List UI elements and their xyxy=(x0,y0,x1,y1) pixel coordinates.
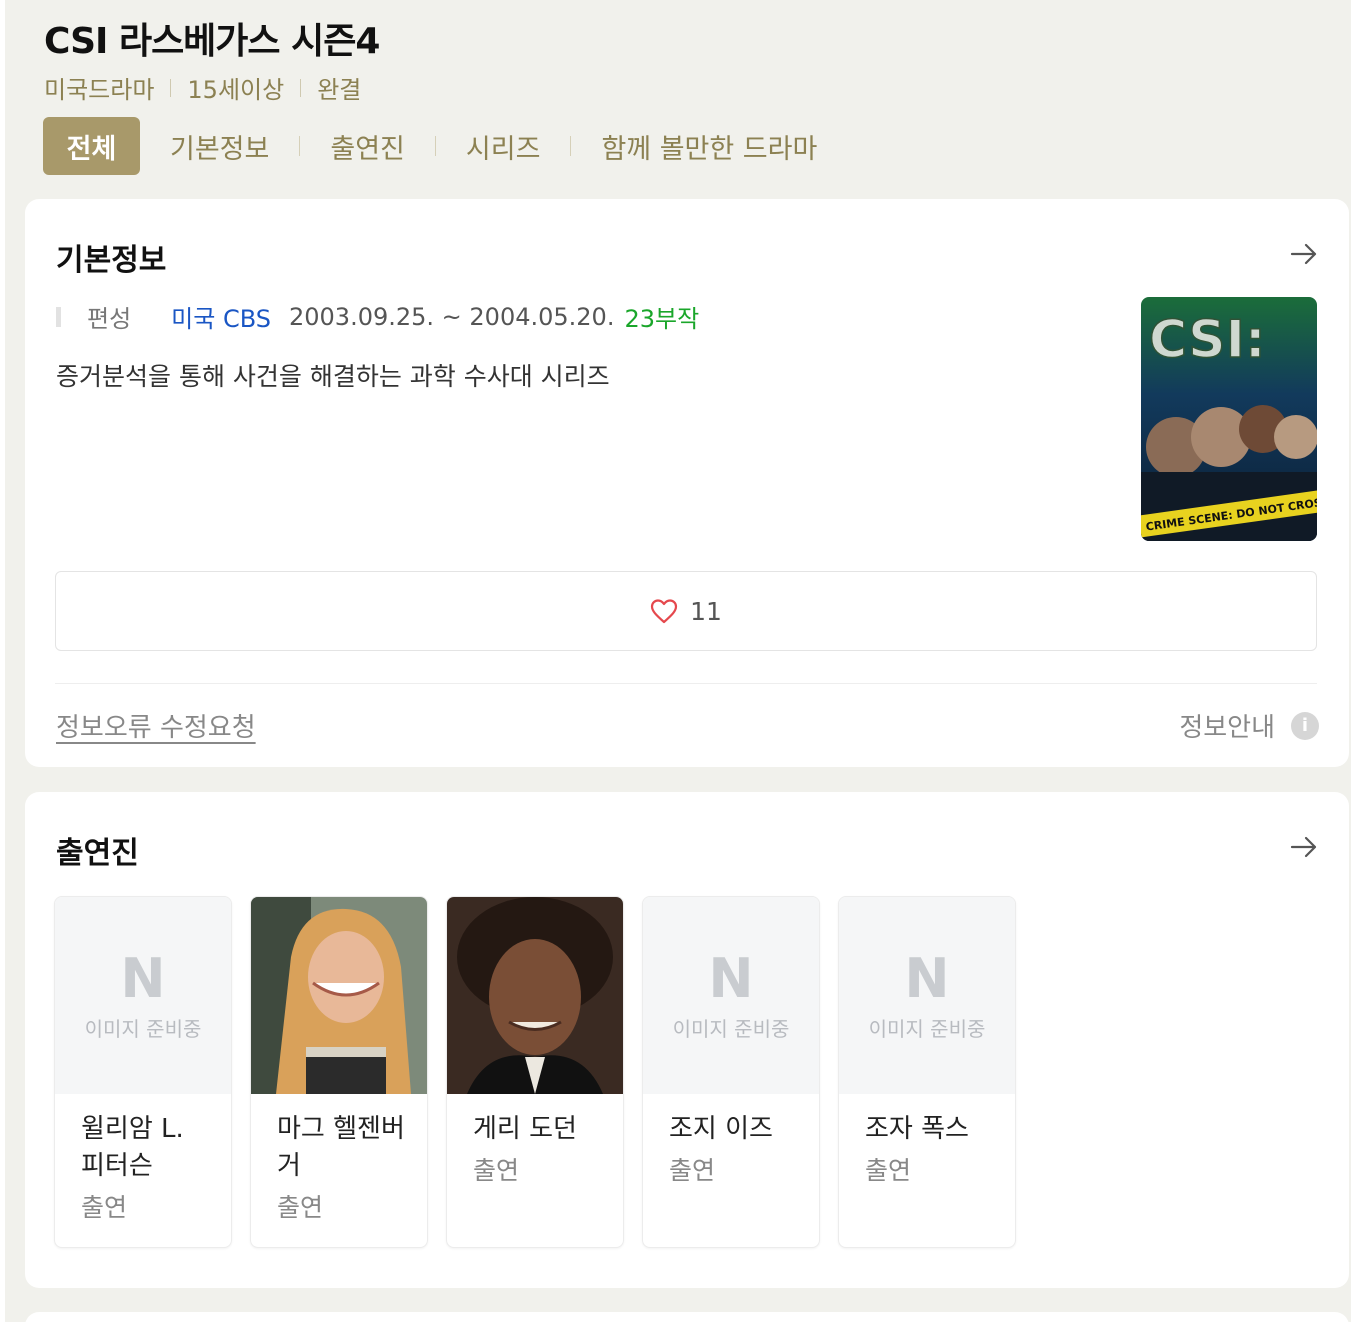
poster-image: CSI: CRIME SCENE: DO NOT CROSS xyxy=(1141,297,1317,541)
cast-role: 출연 xyxy=(473,1156,520,1185)
cast-name: 윌리암 L. 피터슨 xyxy=(81,1114,184,1181)
naver-logo-icon: N xyxy=(120,947,166,1010)
no-image-text: 이미지 준비중 xyxy=(868,1017,986,1041)
broadcast-period: 2003.09.25. ~ 2004.05.20. xyxy=(289,302,615,331)
no-image-text: 이미지 준비중 xyxy=(672,1017,790,1041)
cast-name: 게리 도던 xyxy=(473,1114,577,1144)
tab-basic-info[interactable]: 기본정보 xyxy=(170,127,269,166)
cast-member-card[interactable]: N 이미지 준비중 조지 이즈 출연 xyxy=(642,896,820,1248)
cast-name-block: 마그 헬젠버거 출연 xyxy=(277,1111,407,1226)
tab-cast[interactable]: 출연진 xyxy=(330,127,405,166)
show-meta: 미국드라마 15세이상 완결 xyxy=(44,70,361,105)
cast-heading: 출연진 xyxy=(56,836,139,871)
cast-card-section: 출연진 N 이미지 준비중 윌리암 L. 피터슨 출연 마그 헬젠버거 출연 게… xyxy=(25,792,1349,1288)
cast-member-card[interactable]: N 이미지 준비중 조자 폭스 출연 xyxy=(838,896,1016,1248)
cast-list: N 이미지 준비중 윌리암 L. 피터슨 출연 마그 헬젠버거 출연 게리 도던… xyxy=(54,896,1034,1248)
basic-info-card: 기본정보 편성 미국 CBS 2003.09.25. ~ 2004.05.20.… xyxy=(25,199,1349,767)
tab-divider xyxy=(434,136,436,156)
cast-name-block: 조자 폭스 출연 xyxy=(865,1111,995,1189)
cast-member-card[interactable]: N 이미지 준비중 윌리암 L. 피터슨 출연 xyxy=(54,896,232,1248)
no-image-placeholder: N 이미지 준비중 xyxy=(55,897,231,1094)
episode-count: 23부작 xyxy=(624,305,700,333)
cast-name-block: 게리 도던 출연 xyxy=(473,1111,603,1189)
no-image-placeholder: N 이미지 준비중 xyxy=(839,897,1015,1094)
cast-photo xyxy=(447,897,623,1094)
cast-name-block: 윌리암 L. 피터슨 출연 xyxy=(81,1111,211,1226)
divider xyxy=(55,683,1317,684)
info-guide-label: 정보안내 xyxy=(1179,713,1275,743)
info-icon: i xyxy=(1291,711,1319,740)
cast-name: 조자 폭스 xyxy=(865,1114,969,1144)
tab-series[interactable]: 시리즈 xyxy=(466,127,541,166)
basic-info-heading: 기본정보 xyxy=(56,243,167,278)
cast-member-card[interactable]: 게리 도던 출연 xyxy=(446,896,624,1248)
report-error-link[interactable]: 정보오류 수정요청 xyxy=(56,707,256,744)
arrow-right-icon[interactable] xyxy=(1289,832,1319,862)
cast-photo-image xyxy=(447,897,623,1094)
cast-role: 출연 xyxy=(669,1156,716,1185)
cast-role: 출연 xyxy=(277,1193,324,1222)
cast-member-card[interactable]: 마그 헬젠버거 출연 xyxy=(250,896,428,1248)
broadcaster-link[interactable]: 미국 CBS xyxy=(171,299,271,334)
tab-divider xyxy=(570,136,572,156)
tab-all[interactable]: 전체 xyxy=(43,117,140,175)
no-image-placeholder: N 이미지 준비중 xyxy=(643,897,819,1094)
meta-rating: 15세이상 xyxy=(187,76,285,104)
naver-logo-icon: N xyxy=(708,947,754,1010)
like-button[interactable]: 11 xyxy=(55,571,1317,651)
broadcast-info: 편성 미국 CBS 2003.09.25. ~ 2004.05.20. 23부작 xyxy=(56,299,699,334)
info-guide-link[interactable]: 정보안내 i xyxy=(1179,707,1319,744)
page-title: CSI 라스베가스 시즌4 xyxy=(44,21,380,62)
cast-photo-image xyxy=(251,897,427,1094)
cast-photo xyxy=(251,897,427,1094)
naver-logo-icon: N xyxy=(904,947,950,1010)
tab-divider xyxy=(299,136,301,156)
tab-related-dramas[interactable]: 함께 볼만한 드라마 xyxy=(601,127,817,166)
meta-status: 완결 xyxy=(317,76,362,104)
no-image-text: 이미지 준비중 xyxy=(84,1017,202,1041)
cast-name: 조지 이즈 xyxy=(669,1114,773,1144)
cast-name-block: 조지 이즈 출연 xyxy=(669,1111,799,1189)
show-description: 증거분석을 통해 사건을 해결하는 과학 수사대 시리즈 xyxy=(56,362,610,391)
broadcast-label: 편성 xyxy=(87,305,132,333)
info-bar xyxy=(56,306,61,327)
arrow-right-icon[interactable] xyxy=(1289,239,1319,269)
meta-genre: 미국드라마 xyxy=(44,76,155,104)
heart-icon xyxy=(650,599,678,624)
like-count: 11 xyxy=(690,596,722,626)
cast-role: 출연 xyxy=(81,1193,128,1222)
tab-bar: 전체 기본정보 출연진 시리즈 함께 볼만한 드라마 xyxy=(43,117,817,175)
cast-name: 마그 헬젠버거 xyxy=(277,1114,405,1181)
show-poster[interactable]: CSI: CRIME SCENE: DO NOT CROSS xyxy=(1141,297,1317,541)
svg-text:CSI:: CSI: xyxy=(1149,310,1266,370)
next-section-card xyxy=(25,1312,1349,1322)
page-background: CSI 라스베가스 시즌4 미국드라마 15세이상 완결 전체 기본정보 출연진… xyxy=(5,0,1351,1322)
meta-divider xyxy=(300,78,302,97)
meta-divider xyxy=(170,78,172,97)
cast-role: 출연 xyxy=(865,1156,912,1185)
